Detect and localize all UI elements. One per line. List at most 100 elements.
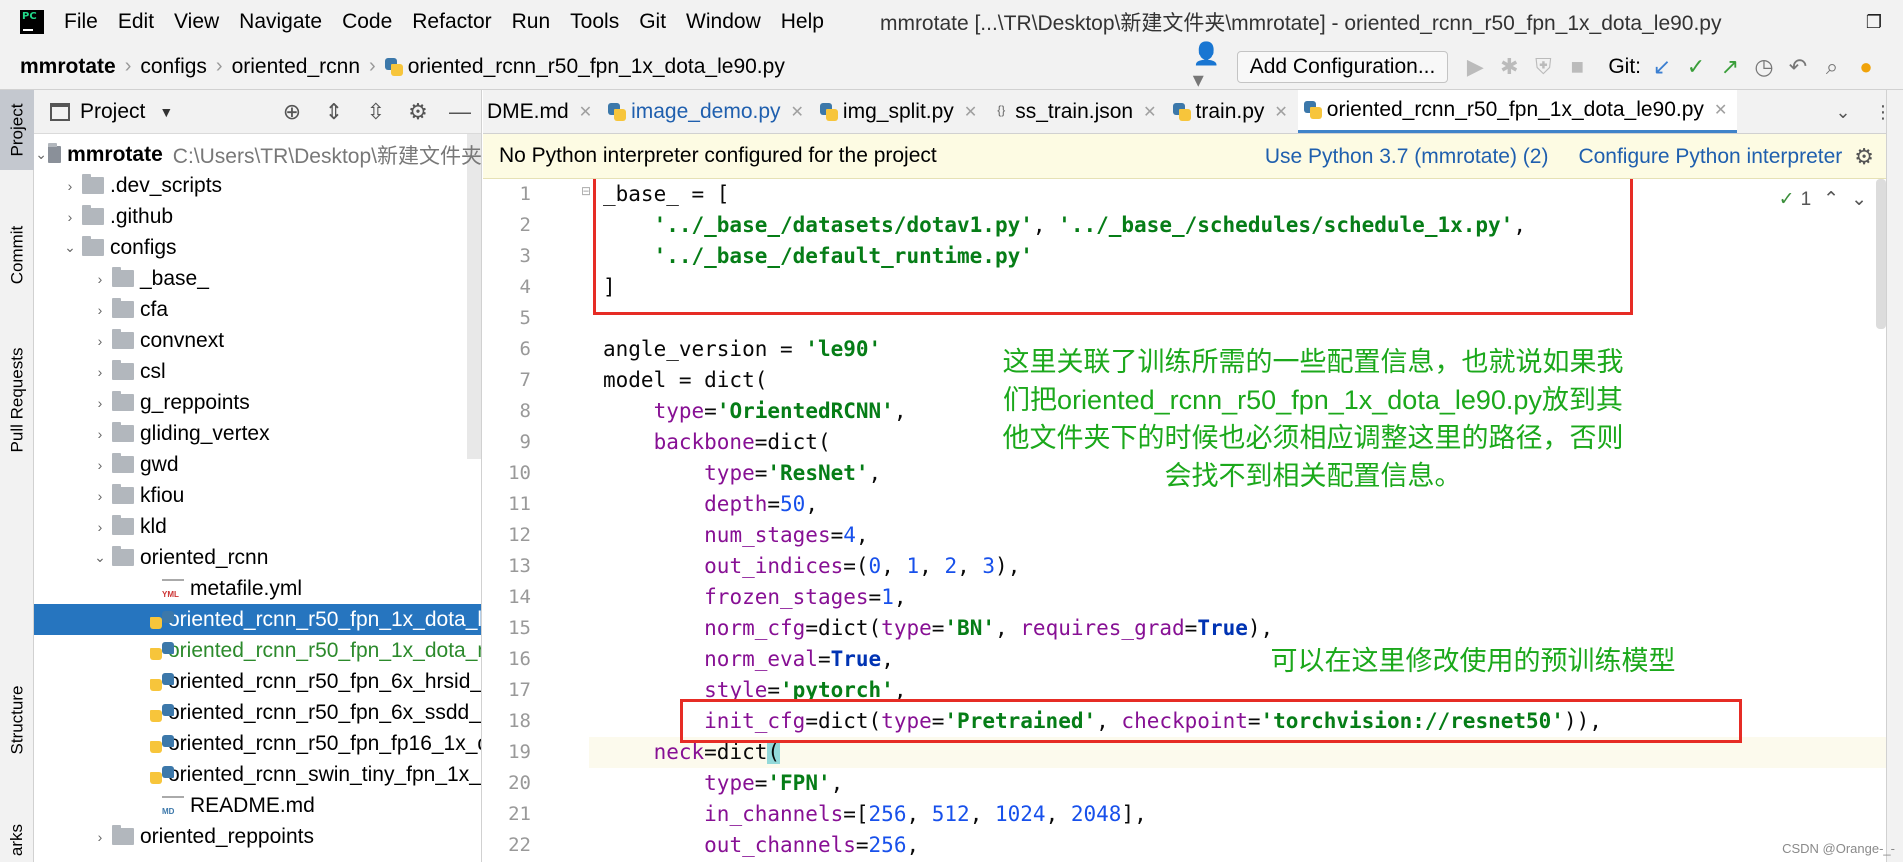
updates-icon[interactable]: ● (1849, 50, 1883, 84)
close-icon[interactable]: ✕ (791, 102, 804, 122)
chevron-right-icon[interactable]: › (88, 333, 112, 349)
coverage-icon[interactable]: ⛨ (1526, 50, 1560, 84)
tree-item[interactable]: › kfiou (34, 480, 481, 511)
tool-tab-notifications[interactable]: Notifications (1899, 178, 1903, 260)
stop-icon[interactable]: ■ (1560, 50, 1594, 84)
menu-navigate[interactable]: Navigate (239, 10, 322, 34)
tree-item[interactable]: › kld (34, 511, 481, 542)
tree-item[interactable]: › .dev_scripts (34, 170, 481, 201)
tree-item[interactable]: › gwd (34, 449, 481, 480)
tool-tab-commit[interactable]: Commit (0, 210, 34, 300)
chevron-up-icon[interactable]: ⌃ (1823, 188, 1839, 211)
hide-panel-icon[interactable]: — (439, 99, 481, 125)
git-push-icon[interactable]: ↗ (1713, 50, 1747, 84)
tree-root[interactable]: ⌄ mmrotate C:\Users\TR\Desktop\新建文件夹 (34, 139, 481, 170)
chevron-right-icon[interactable]: › (88, 457, 112, 473)
close-icon[interactable]: ✕ (1274, 102, 1287, 122)
git-history-icon[interactable]: ◷ (1747, 50, 1781, 84)
menu-file[interactable]: File (64, 10, 98, 34)
close-icon[interactable]: ✕ (964, 102, 977, 122)
gear-icon[interactable]: ⚙ (1854, 144, 1874, 170)
chevron-right-icon[interactable]: › (58, 209, 82, 225)
tab-ss-train-json[interactable]: {} ss_train.json ✕ (987, 90, 1166, 133)
chevron-right-icon[interactable]: › (88, 426, 112, 442)
tree-item[interactable]: YML metafile.yml (34, 573, 481, 604)
chevron-down-icon[interactable]: ⌄ (34, 146, 48, 163)
tree-item[interactable]: ⌄ oriented_rcnn (34, 542, 481, 573)
tool-tab-bookmarks[interactable]: arks (0, 820, 34, 860)
git-update-icon[interactable]: ↙ (1645, 50, 1679, 84)
tree-item[interactable]: › _base_ (34, 263, 481, 294)
chevron-down-icon[interactable]: ⌄ (58, 239, 82, 256)
code-editor[interactable]: 1 2 3 4 5 6 7 8 9 10 11 12 13 14 15 16 1… (483, 179, 1886, 862)
inspection-widget[interactable]: ✓ 1 ⌃ ⌄ (1767, 188, 1867, 211)
plugin-logo-icon[interactable] (1883, 50, 1903, 84)
debug-icon[interactable]: ✱ (1492, 50, 1526, 84)
chevron-down-icon[interactable]: ⌄ (1823, 102, 1863, 123)
tree-item[interactable]: › cfa (34, 294, 481, 325)
project-panel-title[interactable]: Project (80, 100, 145, 124)
git-rollback-icon[interactable]: ↶ (1781, 50, 1815, 84)
tree-item[interactable]: oriented_rcnn_r50_fpn_6x_ssdd_le90.py (34, 697, 481, 728)
tree-item[interactable]: › csl (34, 356, 481, 387)
menu-code[interactable]: Code (342, 10, 392, 34)
tree-item[interactable]: › convnext (34, 325, 481, 356)
tree-item[interactable]: oriented_rcnn_r50_fpn_6x_hrsid_le90.py (34, 666, 481, 697)
menu-git[interactable]: Git (639, 10, 666, 34)
chevron-right-icon[interactable]: › (88, 364, 112, 380)
chevron-down-icon[interactable]: ⌄ (1851, 188, 1867, 211)
user-dropdown-icon[interactable]: 👤▾ (1193, 41, 1227, 92)
add-configuration-button[interactable]: Add Configuration... (1236, 51, 1449, 83)
run-icon[interactable]: ▶ (1458, 50, 1492, 84)
chevron-right-icon[interactable]: › (58, 178, 82, 194)
tree-item[interactable]: oriented_rcnn_swin_tiny_fpn_1x_dota_le90… (34, 759, 481, 790)
close-icon[interactable]: ✕ (1714, 100, 1727, 120)
editor-scrollbar[interactable] (1876, 179, 1886, 329)
menu-edit[interactable]: Edit (118, 10, 154, 34)
chevron-right-icon[interactable]: › (88, 829, 112, 845)
tab-image-demo[interactable]: image_demo.py ✕ (602, 90, 814, 133)
breadcrumb-file[interactable]: oriented_rcnn_r50_fpn_1x_dota_le90.py (408, 55, 785, 79)
menu-help[interactable]: Help (781, 10, 824, 34)
tool-tab-structure[interactable]: Structure (0, 670, 34, 770)
chevron-down-icon[interactable]: ▼ (159, 104, 173, 120)
breadcrumb-project[interactable]: mmrotate (20, 55, 116, 79)
tree-item[interactable]: ⌄ configs (34, 232, 481, 263)
tab-oriented-rcnn-config[interactable]: oriented_rcnn_r50_fpn_1x_dota_le90.py ✕ (1297, 90, 1738, 133)
chevron-right-icon[interactable]: › (88, 519, 112, 535)
use-python-link[interactable]: Use Python 3.7 (mmrotate) (2) (1265, 145, 1549, 169)
chevron-right-icon[interactable]: › (88, 271, 112, 287)
search-icon[interactable]: ⌕ (1815, 50, 1849, 84)
tool-tab-pull-requests[interactable]: Pull Requests (0, 330, 34, 470)
menu-run[interactable]: Run (512, 10, 551, 34)
expand-all-icon[interactable]: ⇕ (313, 99, 355, 125)
configure-interpreter-link[interactable]: Configure Python interpreter (1578, 145, 1842, 169)
menu-view[interactable]: View (174, 10, 219, 34)
restore-window-icon[interactable]: ❐ (1845, 12, 1903, 33)
close-icon[interactable]: ✕ (579, 102, 592, 122)
gear-icon[interactable]: ⚙ (397, 99, 439, 125)
tab-readme[interactable]: DME.md ✕ (483, 90, 602, 133)
tree-item[interactable]: MD README.md (34, 790, 481, 821)
collapse-all-icon[interactable]: ⇳ (355, 99, 397, 125)
breadcrumb-configs[interactable]: configs (140, 55, 207, 79)
tab-train[interactable]: train.py ✕ (1167, 90, 1298, 133)
locate-file-icon[interactable]: ⊕ (271, 99, 313, 125)
menu-refactor[interactable]: Refactor (412, 10, 491, 34)
menu-tools[interactable]: Tools (570, 10, 619, 34)
chevron-right-icon[interactable]: › (88, 302, 112, 318)
tree-item-selected[interactable]: oriented_rcnn_r50_fpn_1x_dota_le90.py (34, 604, 481, 635)
tool-tab-project[interactable]: Project (0, 90, 34, 170)
breadcrumb-oriented-rcnn[interactable]: oriented_rcnn (232, 55, 360, 79)
tree-item[interactable]: › oriented_reppoints (34, 821, 481, 852)
tab-img-split[interactable]: img_split.py ✕ (814, 90, 987, 133)
chevron-right-icon[interactable]: › (88, 395, 112, 411)
close-icon[interactable]: ✕ (1143, 102, 1156, 122)
fold-icon[interactable]: ⊟ (581, 184, 591, 198)
tree-item[interactable]: › .github (34, 201, 481, 232)
menu-window[interactable]: Window (686, 10, 761, 34)
chevron-down-icon[interactable]: ⌄ (88, 549, 112, 566)
tree-item[interactable]: oriented_rcnn_r50_fpn_fp16_1x_dota_le90.… (34, 728, 481, 759)
git-commit-icon[interactable]: ✓ (1679, 50, 1713, 84)
chevron-right-icon[interactable]: › (88, 488, 112, 504)
